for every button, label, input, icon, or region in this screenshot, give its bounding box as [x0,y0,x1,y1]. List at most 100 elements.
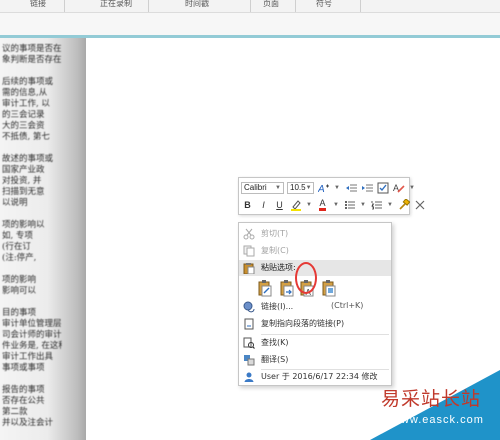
font-size-value: 10.5 [290,183,306,192]
ribbon-group-labels: 链接 正在录制 时间戳 页面 符号 [0,0,500,13]
document-text-line: 象判断是否存在 [2,55,62,64]
chevron-down-icon[interactable]: ▼ [359,198,367,211]
document-text-line: 审计工作, 以 [2,99,50,108]
ribbon-group-page[interactable]: 页面 [263,0,279,9]
document-text-line: 报告的事项 [2,385,45,394]
clipboard-icon [243,262,255,275]
menu-item-copy-paragraph-link[interactable]: 复制指向段落的链接(P) [239,316,391,332]
document-page-edge: 议的事项是否在 象判断是否存在 后续的事项或 需的信息,从 审计工作, 以的三会记录 大的… [0,38,86,440]
document-text-line: 项的影响以 [2,220,45,229]
menu-item-link[interactable]: 链接(I)... (Ctrl+K) [239,299,391,315]
link-icon [243,301,255,313]
document-text-line: 故述的事项或 [2,154,54,163]
chevron-down-icon[interactable]: ▼ [306,185,312,191]
chevron-down-icon[interactable]: ▼ [386,198,394,211]
document-text-line: 国家产业政 [2,165,45,174]
ribbon-separator [148,0,149,12]
chevron-down-icon[interactable]: ▼ [333,181,341,194]
font-name-value: Calibri [244,183,267,192]
font-size-combo[interactable]: 10.5 ▼ [287,181,314,194]
document-text-line: 后续的事项或 [2,77,54,86]
menu-item-label: 剪切(T) [261,229,289,238]
font-color-button[interactable]: A [316,198,329,211]
highlight-color-icon[interactable] [289,198,302,211]
format-painter-icon[interactable] [397,198,410,211]
document-text-line: 如, 专项 [2,231,33,240]
menu-item-copy[interactable]: 复制(C) [239,243,391,259]
document-text-line [2,262,62,273]
document-text-line [2,141,62,152]
document-text-line: 不抵债, 第七 [2,132,50,141]
paste-merge-formatting-icon[interactable] [279,279,295,297]
find-icon [243,337,255,349]
menu-item-label: 复制指向段落的链接(P) [261,319,345,328]
numbering-icon[interactable] [370,198,383,211]
styles-icon[interactable] [376,181,389,194]
translate-icon [243,354,255,366]
mini-toolbar-row-1: Calibri ▼ 10.5 ▼ A ▼ A ▼ [241,180,416,195]
indent-decrease-icon[interactable] [344,181,357,194]
document-text-line: (行在订 [2,242,31,251]
menu-item-label: 查找(K) [261,338,289,347]
ribbon-group-links[interactable]: 链接 [30,0,46,9]
context-menu: 剪切(T) 复制(C) 粘贴选项: A 链接(I)... (Ctrl+K) 复制… [238,222,392,386]
document-text-line: 扫描到无意 [2,187,45,196]
chevron-down-icon[interactable]: ▼ [275,185,281,191]
bold-button[interactable]: B [241,198,254,211]
menu-item-label: 链接(I)... [261,302,294,311]
delete-comment-icon[interactable] [413,198,426,211]
paste-keep-source-formatting-icon[interactable] [257,279,273,297]
document-text-line: 否存在公共 [2,396,45,405]
highlight-annotation-circle [295,262,317,294]
clear-format-icon[interactable]: A [392,181,405,194]
ribbon-group-symbols[interactable]: 符号 [316,0,332,9]
menu-item-translate[interactable]: 翻译(S) [239,352,391,368]
document-link-icon [243,318,255,330]
document-text-line: 目的事项 [2,308,37,317]
watermark-text: 易采站长站 [381,388,482,410]
document-text-line [2,372,62,383]
italic-button[interactable]: I [257,198,270,211]
bullets-icon[interactable] [343,198,356,211]
ribbon-group-timestamp[interactable]: 时间戳 [185,0,209,9]
copy-icon [243,245,255,257]
menu-item-label: 粘贴选项: [261,263,296,272]
document-text-line: 审计单位管理层 [2,319,62,328]
document-text-line: (注:停产, [2,253,37,262]
menu-item-shortcut: (Ctrl+K) [331,301,364,310]
document-text-line [2,295,62,306]
menu-item-label: 翻译(S) [261,355,289,364]
document-text-line: 审计工作出具 [2,352,54,361]
menu-item-find[interactable]: 查找(K) [239,335,391,351]
ribbon-group-recording[interactable]: 正在录制 [100,0,132,9]
underline-button[interactable]: U [273,198,286,211]
document-text-line [2,64,62,75]
menu-item-cut[interactable]: 剪切(T) [239,226,391,242]
svg-text:A: A [318,184,325,194]
font-color-glyph: A [319,198,326,211]
document-text-line: 事项或事项 [2,363,45,372]
paste-picture-icon[interactable] [321,279,337,297]
document-text-line [2,207,62,218]
chevron-down-icon[interactable]: ▼ [305,198,313,211]
chevron-down-icon[interactable]: ▼ [332,198,340,211]
ribbon-separator [64,0,65,12]
ribbon-separator [250,0,251,12]
grow-font-icon[interactable]: A [317,181,330,194]
document-text-line: 项的影响 [2,275,37,284]
ribbon-separator [360,0,361,12]
menu-item-label: 复制(C) [261,246,289,255]
ribbon-band [0,13,500,35]
indent-increase-icon[interactable] [360,181,373,194]
font-name-combo[interactable]: Calibri ▼ [241,181,284,194]
document-text-line: 以说明 [2,198,28,207]
document-text-line: 件业务是, 在这种 [2,341,62,350]
document-text-line: 影响可以 [2,286,37,295]
menu-item-revision-info: User 于 2016/6/17 22:34 修改 [239,369,391,385]
document-text-line: 并以及注会计 [2,418,54,427]
ribbon-separator [295,0,296,12]
scissors-icon [243,228,255,240]
watermark-url: www.easck.com [392,414,484,426]
chevron-down-icon[interactable]: ▼ [408,181,416,194]
mini-toolbar: Calibri ▼ 10.5 ▼ A ▼ A ▼ B I U ▼ A ▼ ▼ ▼ [238,177,424,215]
